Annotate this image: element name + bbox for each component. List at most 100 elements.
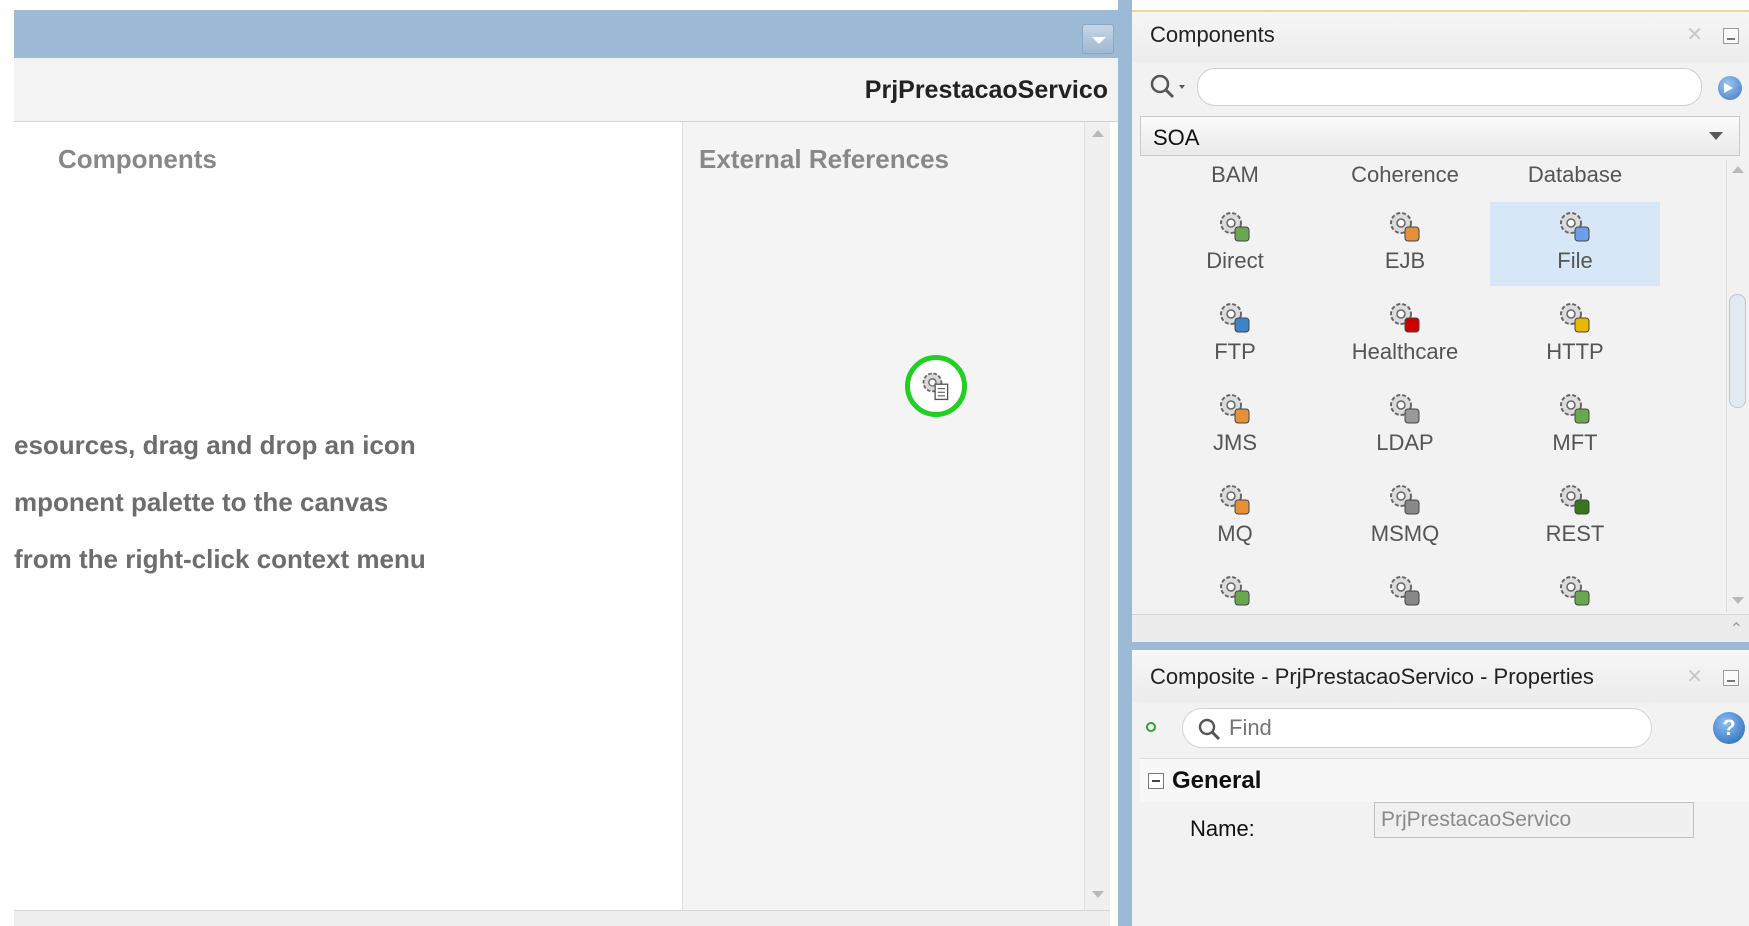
scroll-up-icon[interactable]: [1092, 130, 1104, 137]
components-palette-tab[interactable]: Components ✕: [1132, 12, 1749, 62]
ejb-adapter-icon: [1390, 212, 1420, 242]
canvas-hint-line: from the right-click context menu: [14, 544, 426, 574]
palette-item-adapter-13[interactable]: [1320, 566, 1490, 612]
palette-item-label: Direct: [1206, 248, 1264, 273]
composite-canvas[interactable]: Components esources, drag and drop an ic…: [14, 122, 1084, 910]
category-selected-value: SOA: [1153, 125, 1200, 150]
find-field[interactable]: [1182, 708, 1652, 748]
palette-item-coherence-label[interactable]: Coherence: [1320, 162, 1490, 188]
palette-vertical-scrollbar[interactable]: [1726, 160, 1749, 612]
mq-adapter-icon: [1220, 485, 1250, 515]
palette-item-label: MSMQ: [1370, 521, 1440, 546]
palette-item-mq[interactable]: MQ: [1150, 475, 1320, 559]
properties-panel: Composite - PrjPrestacaoServico - Proper…: [1132, 642, 1749, 926]
canvas-hint-line: mponent palette to the canvas: [14, 487, 389, 517]
close-icon[interactable]: ✕: [1686, 22, 1703, 47]
editor-title-bar: [14, 10, 1118, 58]
palette-item-label: LDAP: [1376, 430, 1434, 455]
external-references-label: External References: [699, 144, 950, 174]
adapter-icon: [1220, 576, 1250, 606]
scroll-down-icon[interactable]: [1732, 597, 1744, 604]
palette-item-healthcare[interactable]: Healthcare: [1320, 293, 1490, 377]
minimize-icon[interactable]: [1723, 28, 1739, 44]
palette-category-select[interactable]: SOA: [1140, 116, 1740, 156]
properties-panel-tab[interactable]: Composite - PrjPrestacaoServico - Proper…: [1132, 650, 1749, 702]
name-label: Name:: [1190, 816, 1255, 841]
palette-item-direct[interactable]: Direct: [1150, 202, 1320, 286]
close-icon[interactable]: ✕: [1686, 664, 1703, 689]
palette-item-jms[interactable]: JMS: [1150, 384, 1320, 468]
components-palette: Components ✕ SOA BAM Coherence Database …: [1132, 10, 1749, 710]
properties-find-bar: ?: [1132, 704, 1749, 754]
palette-scroll-thumb[interactable]: [1729, 294, 1746, 408]
canvas-hint-line: esources, drag and drop an icon: [14, 430, 416, 460]
composite-title: PrjPrestacaoServico: [864, 76, 1108, 104]
file-adapter-icon: [922, 372, 949, 401]
collapse-icon[interactable]: ⌃: [1730, 619, 1743, 639]
help-icon[interactable]: ?: [1713, 712, 1745, 744]
find-input[interactable]: [1229, 712, 1639, 744]
palette-item-label: MQ: [1217, 521, 1253, 546]
search-icon: [1198, 718, 1221, 741]
mft-adapter-icon: [1560, 394, 1590, 424]
palette-item-adapter-14[interactable]: [1490, 566, 1660, 612]
palette-item-bam-label[interactable]: BAM: [1150, 162, 1320, 188]
ldap-adapter-icon: [1390, 394, 1420, 424]
scroll-down-icon[interactable]: [1092, 891, 1104, 898]
scroll-up-icon[interactable]: [1732, 166, 1744, 173]
composite-editor: PrjPrestacaoServico Components esources,…: [0, 0, 1124, 926]
palette-title: Components: [1150, 22, 1275, 47]
components-lane-label: Components: [58, 144, 217, 174]
components-lane[interactable]: Components esources, drag and drop an ic…: [14, 122, 682, 910]
socket-adapter-icon: [1390, 576, 1420, 606]
editor-vertical-scrollbar[interactable]: [1084, 122, 1110, 910]
tuxedo-adapter-icon: [1560, 576, 1590, 606]
section-general-label: General: [1172, 767, 1262, 794]
palette-item-label: Healthcare: [1351, 339, 1459, 364]
status-dot-icon: [1146, 722, 1156, 732]
ftp-adapter-icon: [1220, 303, 1250, 333]
palette-item-label: JMS: [1213, 430, 1257, 455]
file-adapter-drop-marker[interactable]: [905, 355, 967, 417]
file-adapter-icon: [1560, 212, 1590, 242]
palette-item-adapter-12[interactable]: [1150, 566, 1320, 612]
panel-splitter[interactable]: [1118, 0, 1132, 926]
palette-item-label: MFT: [1552, 430, 1598, 455]
name-field[interactable]: [1374, 802, 1694, 838]
jms-adapter-icon: [1220, 394, 1250, 424]
palette-item-rest[interactable]: REST: [1490, 475, 1660, 559]
palette-item-ftp[interactable]: FTP: [1150, 293, 1320, 377]
palette-item-database-label[interactable]: Database: [1490, 162, 1660, 188]
palette-item-msmq[interactable]: MSMQ: [1320, 475, 1490, 559]
editor-horizontal-scrollbar[interactable]: [14, 910, 1110, 926]
section-general-header[interactable]: General: [1140, 758, 1749, 802]
search-options-icon[interactable]: [1148, 72, 1194, 102]
palette-item-ejb[interactable]: EJB: [1320, 202, 1490, 286]
minimize-icon[interactable]: [1723, 670, 1739, 686]
palette-item-label: HTTP: [1546, 339, 1604, 364]
palette-item-label: REST: [1545, 521, 1605, 546]
palette-item-label: EJB: [1384, 248, 1426, 273]
editor-tab-list-dropdown[interactable]: [1082, 24, 1114, 54]
palette-splitter[interactable]: ⌃: [1132, 614, 1749, 644]
http-binding-icon: [1560, 303, 1590, 333]
palette-item-ldap[interactable]: LDAP: [1320, 384, 1490, 468]
direct-adapter-icon: [1220, 212, 1250, 242]
editor-header: PrjPrestacaoServico: [14, 58, 1118, 122]
palette-item-http[interactable]: HTTP: [1490, 293, 1660, 377]
healthcare-adapter-icon: [1390, 303, 1420, 333]
palette-component-grid: BAM Coherence Database Direct EJB File FTP H…: [1140, 160, 1726, 612]
palette-search-input[interactable]: [1197, 68, 1702, 106]
palette-item-label: File: [1557, 248, 1593, 273]
palette-item-file[interactable]: File: [1490, 202, 1660, 286]
collapse-section-icon[interactable]: [1148, 773, 1164, 789]
palette-item-mft[interactable]: MFT: [1490, 384, 1660, 468]
chevron-down-icon: [1709, 132, 1723, 140]
rest-adapter-icon: [1560, 485, 1590, 515]
msmq-adapter-icon: [1390, 485, 1420, 515]
properties-title: Composite - PrjPrestacaoServico - Proper…: [1150, 664, 1594, 689]
palette-item-label: FTP: [1214, 339, 1256, 364]
search-go-icon[interactable]: [1718, 76, 1742, 100]
external-references-lane[interactable]: External References: [682, 122, 1084, 910]
palette-search: [1142, 68, 1742, 106]
